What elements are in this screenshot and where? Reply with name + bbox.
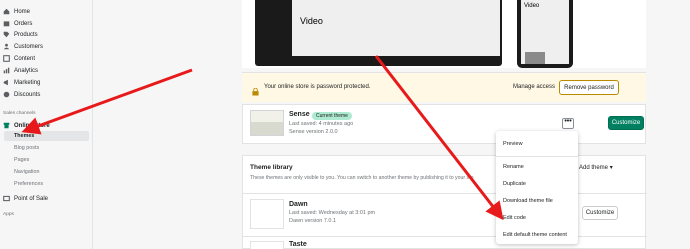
sidebar-item-marketing[interactable]: Marketing (3, 77, 89, 88)
sidebar-item-customers[interactable]: Customers (3, 41, 89, 52)
menu-divider (496, 156, 578, 157)
more-actions-button[interactable]: ••• (562, 118, 574, 129)
theme-version: Dawn version 7.0.1 (289, 218, 337, 224)
theme-thumbnail (250, 241, 284, 249)
sidebar-item-label: Orders (14, 20, 33, 27)
theme-library-description: These themes are only visible to you. Yo… (250, 175, 474, 181)
theme-library-title: Theme library (250, 164, 293, 171)
menu-item-download-theme-file[interactable]: Download theme file (503, 198, 553, 204)
sidebar-item-label: Point of Sale (14, 195, 49, 202)
home-icon (3, 8, 10, 15)
products-icon (3, 31, 10, 38)
sidebar-item-label: Discounts (14, 91, 41, 98)
menu-item-rename[interactable]: Rename (503, 164, 524, 170)
sidebar-subitem-themes[interactable]: Themes (4, 131, 89, 141)
sidebar-item-orders[interactable]: Orders (3, 18, 89, 29)
add-theme-label: Add theme (579, 165, 609, 171)
menu-item-edit-default-theme-content[interactable]: Edit default theme content (503, 232, 567, 238)
content-icon (3, 55, 10, 62)
customers-icon (3, 43, 10, 50)
menu-item-edit-code[interactable]: Edit code (503, 215, 526, 221)
sidebar-item-label: Analytics (14, 67, 39, 74)
current-theme-badge: Current theme (312, 112, 352, 120)
theme-thumbnail (250, 199, 284, 229)
sidebar-item-home[interactable]: Home (3, 6, 89, 17)
apps-label: Apps (3, 212, 14, 217)
manage-access-link[interactable]: Manage access (513, 84, 555, 90)
sidebar-item-analytics[interactable]: Analytics (3, 65, 89, 76)
theme-library: Theme library These themes are only visi… (242, 155, 647, 249)
sidebar-item-label: Products (14, 31, 38, 38)
sales-channels-label: Sales channels (3, 111, 36, 116)
theme-row: Taste (243, 236, 647, 249)
analytics-icon (3, 67, 10, 74)
orders-icon (3, 20, 10, 27)
sidebar-item-label: Content (14, 55, 36, 62)
sidebar-item-label: Customers (14, 43, 44, 50)
customize-button[interactable]: Customize (608, 116, 644, 130)
desktop-preview: Video (255, 0, 502, 66)
theme-actions-menu: Preview Rename Duplicate Download theme … (496, 131, 578, 244)
sidebar-subitem-blog-posts[interactable]: Blog posts (14, 143, 89, 153)
theme-thumbnail (250, 110, 284, 136)
theme-name: Taste (289, 241, 307, 248)
mobile-preview-label: Video (524, 3, 540, 9)
customize-button[interactable]: Customize (582, 206, 618, 220)
sidebar-item-label: Online Store (14, 122, 50, 129)
desktop-preview-label: Video (300, 16, 323, 26)
banner-message: Your online store is password protected. (264, 84, 371, 90)
menu-item-duplicate[interactable]: Duplicate (503, 181, 526, 187)
theme-row: Dawn Last saved: Wednesday at 3:01 pm Da… (243, 193, 647, 233)
sidebar-subitem-preferences[interactable]: Preferences (14, 179, 89, 189)
sidebar-item-label: Marketing (14, 79, 41, 86)
chevron-down-icon: ▾ (609, 165, 613, 171)
mobile-preview: Video (517, 0, 573, 68)
menu-item-preview[interactable]: Preview (503, 141, 523, 147)
sidebar-item-label: Home (14, 8, 31, 15)
mobile-preview-image (525, 52, 545, 64)
theme-last-saved: Last saved: 4 minutes ago (289, 121, 354, 127)
sidebar-item-point-of-sale[interactable]: Point of Sale (3, 193, 89, 204)
store-icon (3, 122, 10, 129)
sidebar-item-content[interactable]: Content (3, 53, 89, 64)
current-theme-card: Sense Current theme Last saved: 4 minute… (242, 104, 646, 144)
remove-password-button[interactable]: Remove password (559, 80, 619, 95)
sidebar: Home Orders Products Customers Content A… (0, 0, 93, 249)
point-of-sale-icon (3, 195, 10, 202)
sidebar-item-products[interactable]: Products (3, 29, 89, 40)
password-banner: Your online store is password protected.… (242, 72, 646, 102)
sidebar-item-discounts[interactable]: Discounts (3, 89, 89, 100)
sidebar-item-online-store[interactable]: Online Store (3, 120, 89, 131)
sidebar-subitem-pages[interactable]: Pages (14, 155, 89, 165)
theme-version: Sense version 2.0.0 (289, 129, 338, 135)
add-theme-button[interactable]: Add theme ▾ (579, 164, 613, 171)
sidebar-subitem-navigation[interactable]: Navigation (14, 167, 89, 177)
theme-name: Dawn (289, 201, 308, 208)
theme-name: Sense (289, 111, 310, 118)
theme-last-saved: Last saved: Wednesday at 3:01 pm (289, 210, 376, 216)
marketing-icon (3, 79, 10, 86)
discounts-icon (3, 91, 10, 98)
lock-icon (252, 83, 259, 96)
